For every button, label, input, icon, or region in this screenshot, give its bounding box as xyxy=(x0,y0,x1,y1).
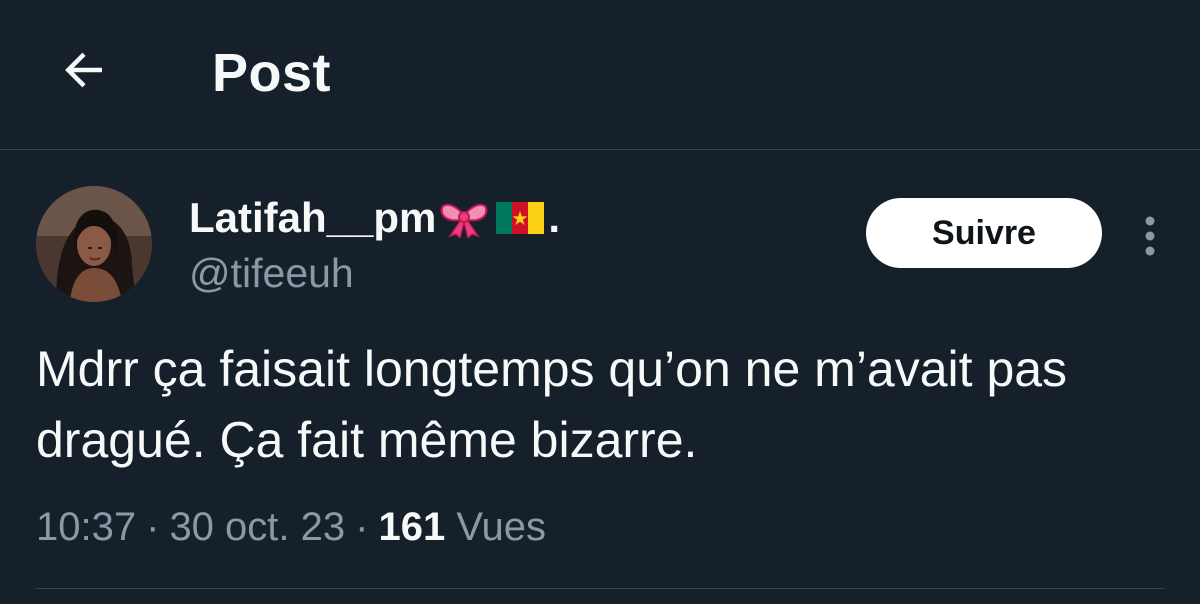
arrow-left-icon xyxy=(65,52,102,88)
cameroon-flag-icon xyxy=(496,202,545,234)
tweet-text: Mdrr ça faisait longtemps qu’on ne m’ava… xyxy=(36,341,1068,468)
follow-button[interactable]: Suivre xyxy=(866,198,1102,268)
author-display-name: Latifah__pm xyxy=(189,194,437,241)
vertical-dots-icon xyxy=(1145,216,1155,256)
tweet-meta: 10:37 · 30 oct. 23 · 161 Vues xyxy=(36,500,546,554)
views-label: Vues xyxy=(456,505,547,549)
avatar-image xyxy=(36,186,152,302)
divider xyxy=(36,588,1164,589)
avatar[interactable] xyxy=(36,186,152,302)
meta-separator: · xyxy=(355,505,369,549)
meta-separator: · xyxy=(146,505,160,549)
author-name-suffix: . xyxy=(548,194,561,241)
page-title: Post xyxy=(212,43,332,103)
tweet-time[interactable]: 10:37 xyxy=(36,505,136,549)
more-options-button[interactable] xyxy=(1128,208,1172,264)
views-count: 161 xyxy=(378,505,446,549)
back-button[interactable] xyxy=(52,38,116,102)
tweet-date[interactable]: 30 oct. 23 xyxy=(169,505,345,549)
author-handle[interactable]: @tifeeuh xyxy=(189,246,354,300)
ribbon-bow-icon xyxy=(441,203,488,238)
post-header: Post xyxy=(0,0,1200,150)
author-name[interactable]: Latifah__pm . xyxy=(189,191,560,245)
